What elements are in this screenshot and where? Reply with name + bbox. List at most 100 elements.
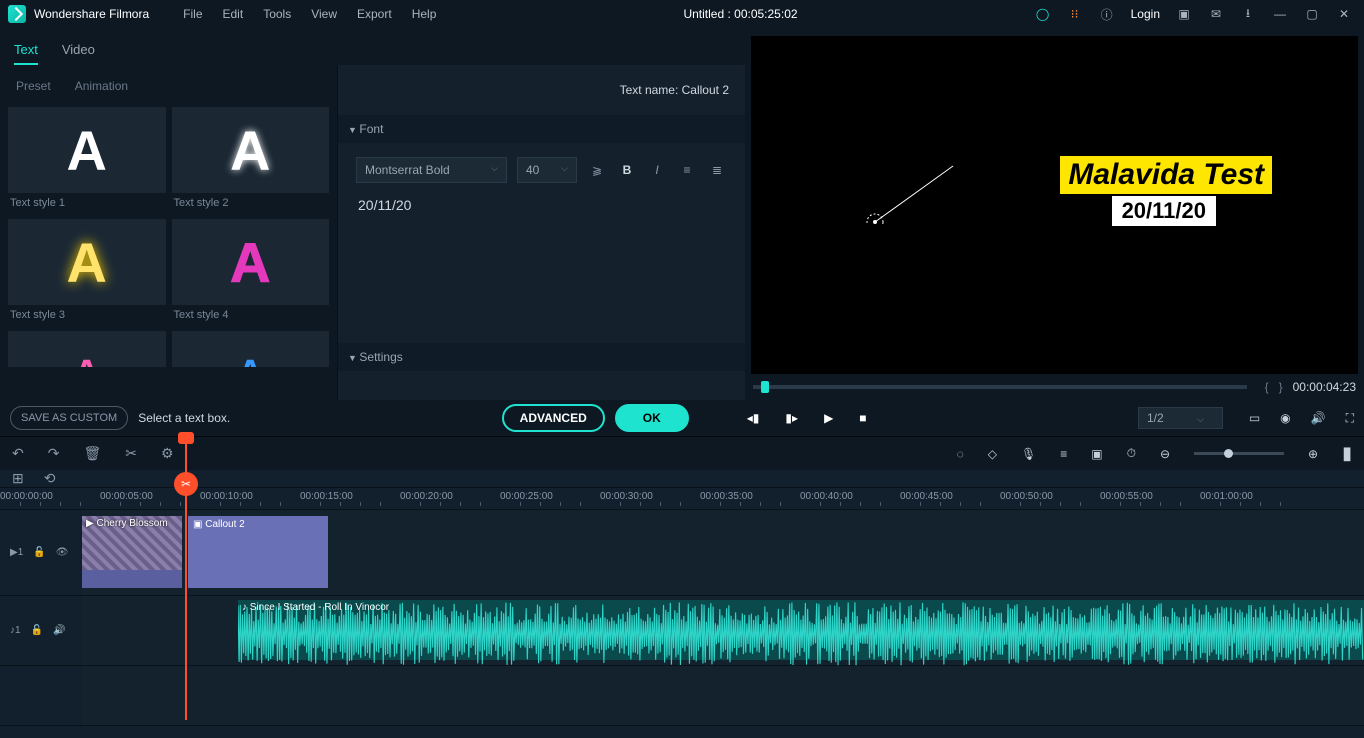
align-center-icon[interactable]: ≣ <box>707 163 727 177</box>
timeline: ⊞ ⟲ 00:00:00:00 00:00:05:00 00:00:10:00 00:… <box>0 470 1364 738</box>
project-title: Untitled : 00:05:25:02 <box>446 7 1034 21</box>
action-bar: SAVE AS CUSTOM Select a text box. ADVANC… <box>0 400 1364 436</box>
zoom-select[interactable]: 1/2 ⌵ <box>1138 407 1223 429</box>
spacing-icon[interactable]: ⫺ <box>587 163 607 177</box>
delete-icon[interactable]: 🗑 <box>83 445 101 462</box>
text-style-2[interactable]: AText style 2 <box>172 107 330 213</box>
video-track-1: ▶1 🔓 👁 ▶ Cherry Blossom ▣ Callout 2 <box>0 510 1364 596</box>
mark-in-icon[interactable]: { <box>1265 380 1269 394</box>
lock-icon[interactable]: 🔓 <box>31 625 43 636</box>
bold-button[interactable]: B <box>617 163 637 177</box>
menu-export[interactable]: Export <box>347 7 402 21</box>
menu-view[interactable]: View <box>301 7 347 21</box>
zoom-slider[interactable] <box>1194 452 1284 455</box>
crop-icon[interactable]: ▣ <box>1091 447 1102 461</box>
audio-track-1: ♪1 🔓 🔊 ♪ Since I Started - Roll In Vinoc… <box>0 596 1364 666</box>
cart-icon[interactable]: ⁝⁝ <box>1067 6 1083 22</box>
section-settings[interactable]: Settings <box>338 343 745 371</box>
play-button[interactable]: ▶ <box>824 411 833 425</box>
headset-icon[interactable]: ◯ <box>1035 6 1051 22</box>
audio-clip[interactable]: ♪ Since I Started - Roll In Vinocor <box>238 600 1364 660</box>
mail-icon[interactable]: ✉ <box>1208 6 1224 22</box>
mark-out-icon[interactable]: } <box>1279 380 1283 394</box>
minimize-icon[interactable]: — <box>1272 6 1288 22</box>
text-content-input[interactable]: 20/11/20 <box>356 193 727 217</box>
marker-icon[interactable]: ◇ <box>988 447 997 461</box>
mixer-icon[interactable]: ≡ <box>1060 447 1067 461</box>
ok-button[interactable]: OK <box>615 404 689 432</box>
seek-bar[interactable] <box>753 385 1247 389</box>
menu-tools[interactable]: Tools <box>253 7 301 21</box>
ruler-tick: 00:00:50:00 <box>1000 491 1053 502</box>
ruler-tick: 00:00:10:00 <box>200 491 253 502</box>
text-style-5[interactable]: A <box>8 331 166 367</box>
add-track-icon[interactable]: ⊞ <box>12 470 24 487</box>
settings-icon[interactable]: ⚙ <box>161 445 174 462</box>
voiceover-icon[interactable]: 🎙 <box>1021 447 1036 461</box>
undo-icon[interactable]: ↶ <box>12 445 24 462</box>
mute-icon[interactable]: 🔊 <box>53 625 65 636</box>
timeline-toolbar: ↶ ↷ 🗑 ✂ ⚙ ◌ ◇ 🎙 ≡ ▣ ⏱ ⊖ ⊕ ▮ <box>0 436 1364 470</box>
ruler-tick: 00:00:05:00 <box>100 491 153 502</box>
properties-panel: Text name: Callout 2 Font Montserrat Bol… <box>337 65 745 400</box>
sub-tab-preset[interactable]: Preset <box>16 79 51 93</box>
text-clip[interactable]: ▣ Callout 2 <box>188 516 328 588</box>
ruler-tick: 00:00:35:00 <box>700 491 753 502</box>
align-left-icon[interactable]: ≡ <box>677 163 697 177</box>
zoom-out-icon[interactable]: ⊖ <box>1160 447 1170 461</box>
next-frame-button[interactable]: ▮▸ <box>785 411 798 425</box>
menu-help[interactable]: Help <box>402 7 447 21</box>
font-size-input[interactable]: 40⌵ <box>517 157 577 183</box>
render-icon[interactable]: ◌ <box>957 447 964 461</box>
playhead[interactable]: ✂ <box>185 434 187 720</box>
tab-video[interactable]: Video <box>62 36 95 65</box>
snapshot-icon[interactable]: ◉ <box>1280 411 1290 425</box>
close-icon[interactable]: ✕ <box>1336 6 1352 22</box>
audio-track-head[interactable]: ♪1 🔓 🔊 <box>0 596 82 665</box>
info-icon[interactable]: ⓘ <box>1099 6 1115 22</box>
download-icon[interactable]: ⭳ <box>1240 6 1256 22</box>
text-style-4[interactable]: AText style 4 <box>172 219 330 325</box>
link-icon[interactable]: ⟲ <box>44 470 56 487</box>
save-as-custom-button[interactable]: SAVE AS CUSTOM <box>10 406 128 430</box>
empty-track <box>0 666 1364 726</box>
save-icon[interactable]: ▣ <box>1176 6 1192 22</box>
italic-button[interactable]: I <box>647 163 667 177</box>
prev-frame-button[interactable]: ◂▮ <box>747 411 760 425</box>
maximize-icon[interactable]: ▢ <box>1304 6 1320 22</box>
cut-icon[interactable]: ✂ <box>125 445 137 462</box>
timeline-ruler[interactable]: 00:00:00:0000:00:05:0000:00:10:0000:00:1… <box>0 488 1364 510</box>
playhead-cut-icon[interactable]: ✂ <box>174 472 198 496</box>
monitor-icon[interactable]: ▭ <box>1249 411 1260 425</box>
login-button[interactable]: Login <box>1131 7 1160 21</box>
advanced-button[interactable]: ADVANCED <box>502 404 605 432</box>
ruler-tick: 00:00:30:00 <box>600 491 653 502</box>
app-logo <box>8 5 26 23</box>
fullscreen-icon[interactable]: ⛶ <box>1346 411 1354 426</box>
tab-text[interactable]: Text <box>14 36 38 65</box>
preview-title-text: Malavida Test <box>1060 156 1272 194</box>
section-font[interactable]: Font <box>338 115 745 143</box>
preview-viewport[interactable]: Malavida Test 20/11/20 <box>751 36 1358 374</box>
text-name-label: Text name: Callout 2 <box>348 65 735 115</box>
sub-tab-animation[interactable]: Animation <box>75 79 128 93</box>
ruler-tick: 00:00:00:00 <box>0 491 53 502</box>
lock-icon[interactable]: 🔓 <box>33 547 45 558</box>
redo-icon[interactable]: ↷ <box>48 445 60 462</box>
text-styles-panel: Preset Animation AText style 1 AText sty… <box>0 65 337 400</box>
font-family-select[interactable]: Montserrat Bold⌵ <box>356 157 507 183</box>
menu-file[interactable]: File <box>173 7 212 21</box>
timeline-toggle-icon[interactable]: ▮ <box>1342 443 1352 464</box>
zoom-in-icon[interactable]: ⊕ <box>1308 447 1318 461</box>
ruler-tick: 00:01:00:00 <box>1200 491 1253 502</box>
speed-icon[interactable]: ⏱ <box>1127 446 1136 461</box>
text-style-1[interactable]: AText style 1 <box>8 107 166 213</box>
text-style-3[interactable]: AText style 3 <box>8 219 166 325</box>
video-clip[interactable]: ▶ Cherry Blossom <box>82 516 182 588</box>
volume-icon[interactable]: 🔊 <box>1311 411 1326 425</box>
stop-button[interactable]: ■ <box>859 411 866 425</box>
video-track-head[interactable]: ▶1 🔓 👁 <box>0 510 82 595</box>
text-style-6[interactable]: A <box>172 331 330 367</box>
menu-edit[interactable]: Edit <box>213 7 254 21</box>
visibility-icon[interactable]: 👁 <box>56 547 69 558</box>
